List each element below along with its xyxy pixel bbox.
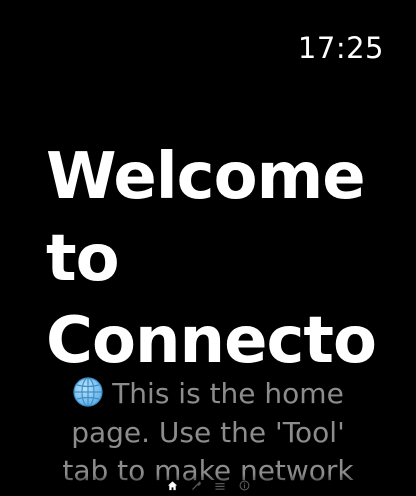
title-line: to <box>46 222 120 296</box>
title-line: Connecto <box>46 304 377 378</box>
description-text: This is the home <box>112 377 344 410</box>
tool-icon <box>191 480 201 490</box>
title-line: Welcome <box>46 140 366 214</box>
tab-info[interactable] <box>237 478 251 492</box>
globe-icon <box>72 376 104 408</box>
description-line: This is the home <box>0 375 416 414</box>
home-icon <box>167 480 177 490</box>
tab-tool[interactable] <box>189 478 203 492</box>
welcome-title: Welcome to Connecto <box>46 136 406 382</box>
tab-bar <box>0 478 416 492</box>
status-time: 17:25 <box>297 31 384 65</box>
list-icon <box>215 482 225 490</box>
info-icon <box>239 480 249 490</box>
tab-list[interactable] <box>213 478 227 492</box>
description-line: page. Use the 'Tool' <box>71 415 345 449</box>
tab-home[interactable] <box>165 478 179 492</box>
